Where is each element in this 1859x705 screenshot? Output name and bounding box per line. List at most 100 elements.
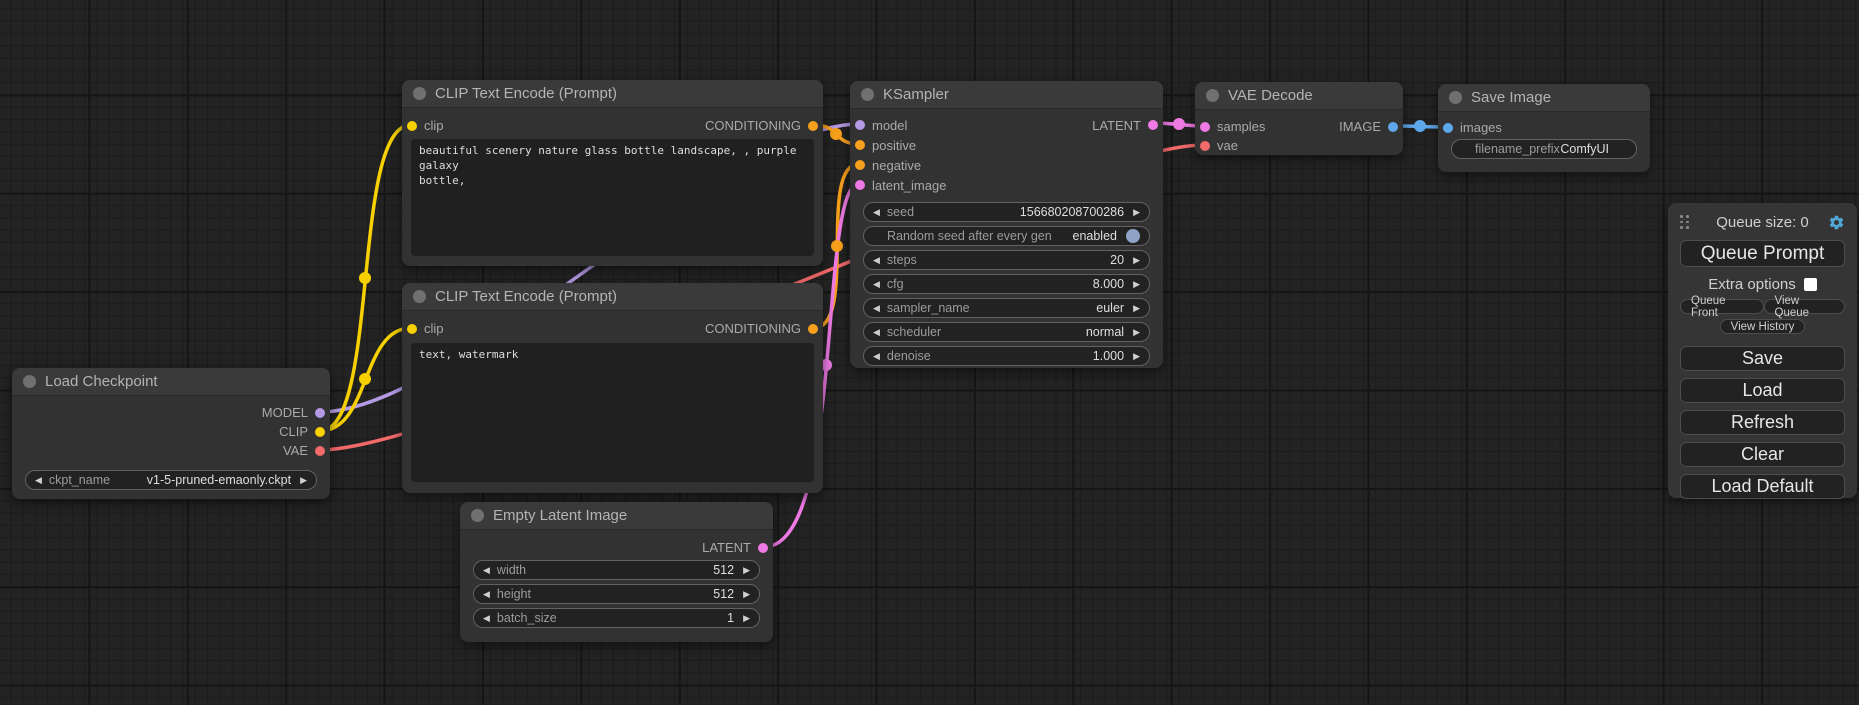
widget-label: filename_prefix [1475,142,1560,156]
node-header[interactable]: CLIP Text Encode (Prompt) [402,283,823,311]
arrow-left-icon[interactable]: ◀ [873,280,880,289]
arrow-left-icon[interactable]: ◀ [483,590,490,599]
random-seed-widget[interactable]: Random seed after every gen enabled [863,226,1150,246]
view-queue-button[interactable]: View Queue [1764,299,1845,314]
node-header[interactable]: Empty Latent Image [460,502,773,530]
arrow-right-icon[interactable]: ▶ [1133,280,1140,289]
node-header[interactable]: CLIP Text Encode (Prompt) [402,80,823,108]
node-header[interactable]: Load Checkpoint [12,368,330,396]
load-default-button[interactable]: Load Default [1680,474,1845,499]
conditioning-output-port[interactable] [808,324,818,334]
images-input-port[interactable] [1443,123,1453,133]
seed-widget[interactable]: ◀ seed 156680208700286 ▶ [863,202,1150,222]
load-button[interactable]: Load [1680,378,1845,403]
widget-value: normal [1086,325,1124,339]
port-row: vae [1195,136,1403,155]
vae-output-port[interactable] [315,446,325,456]
arrow-right-icon[interactable]: ▶ [300,476,307,485]
widget-value: ComfyUI [1560,142,1609,156]
arrow-right-icon[interactable]: ▶ [1133,352,1140,361]
refresh-button[interactable]: Refresh [1680,410,1845,435]
node-empty-latent-image[interactable]: Empty Latent Image LATENT ◀ width 512 ▶ … [460,502,773,642]
sampler-name-widget[interactable]: ◀ sampler_name euler ▶ [863,298,1150,318]
scheduler-widget[interactable]: ◀ scheduler normal ▶ [863,322,1150,342]
widget-value: euler [1096,301,1124,315]
node-collapse-dot-icon[interactable] [861,88,874,101]
node-collapse-dot-icon[interactable] [1206,89,1219,102]
toggle-enabled-icon[interactable] [1126,229,1140,243]
node-graph-canvas[interactable]: Load Checkpoint MODEL CLIP VAE ◀ ckpt_na… [0,0,1859,705]
arrow-left-icon[interactable]: ◀ [873,352,880,361]
save-button[interactable]: Save [1680,346,1845,371]
arrow-right-icon[interactable]: ▶ [1133,328,1140,337]
output-label: CONDITIONING [705,118,801,133]
ckpt-name-widget[interactable]: ◀ ckpt_name v1-5-pruned-emaonly.ckpt ▶ [25,470,317,490]
positive-input-port[interactable] [855,140,865,150]
node-collapse-dot-icon[interactable] [413,87,426,100]
output-label: LATENT [702,540,751,555]
clip-input-port[interactable] [407,324,417,334]
node-clip-text-encode-positive[interactable]: CLIP Text Encode (Prompt) clip CONDITION… [402,80,823,266]
node-collapse-dot-icon[interactable] [413,290,426,303]
model-input-port[interactable] [855,120,865,130]
node-collapse-dot-icon[interactable] [23,375,36,388]
height-widget[interactable]: ◀ height 512 ▶ [473,584,760,604]
node-collapse-dot-icon[interactable] [471,509,484,522]
arrow-left-icon[interactable]: ◀ [873,328,880,337]
arrow-left-icon[interactable]: ◀ [873,208,880,217]
arrow-left-icon[interactable]: ◀ [35,476,42,485]
denoise-widget[interactable]: ◀ denoise 1.000 ▶ [863,346,1150,366]
latent-image-input-port[interactable] [855,180,865,190]
latent-output-port[interactable] [758,543,768,553]
negative-input-port[interactable] [855,160,865,170]
widget-label: denoise [887,349,931,363]
queue-front-button[interactable]: Queue Front [1680,299,1764,314]
cfg-widget[interactable]: ◀ cfg 8.000 ▶ [863,274,1150,294]
output-label: CLIP [279,424,308,439]
node-clip-text-encode-negative[interactable]: CLIP Text Encode (Prompt) clip CONDITION… [402,283,823,493]
node-header[interactable]: KSampler [850,81,1163,109]
arrow-right-icon[interactable]: ▶ [1133,208,1140,217]
conditioning-output-port[interactable] [808,121,818,131]
arrow-right-icon[interactable]: ▶ [1133,256,1140,265]
arrow-right-icon[interactable]: ▶ [743,590,750,599]
queue-prompt-button[interactable]: Queue Prompt [1680,240,1845,267]
queue-panel-header: Queue size: 0 [1680,213,1845,231]
node-save-image[interactable]: Save Image images filename_prefix ComfyU… [1438,84,1650,172]
extra-options-checkbox[interactable] [1804,278,1817,291]
prompt-textarea[interactable]: beautiful scenery nature glass bottle la… [411,139,814,256]
vae-input-port[interactable] [1200,141,1210,151]
view-history-button[interactable]: View History [1720,319,1806,334]
node-title: Empty Latent Image [493,507,627,524]
node-collapse-dot-icon[interactable] [1449,91,1462,104]
image-output-port[interactable] [1388,122,1398,132]
node-header[interactable]: VAE Decode [1195,82,1403,110]
node-vae-decode[interactable]: VAE Decode samples IMAGE vae [1195,82,1403,155]
node-load-checkpoint[interactable]: Load Checkpoint MODEL CLIP VAE ◀ ckpt_na… [12,368,330,499]
widget-label: seed [887,205,914,219]
drag-handle-icon[interactable] [1680,215,1689,229]
steps-widget[interactable]: ◀ steps 20 ▶ [863,250,1150,270]
clip-output-port[interactable] [315,427,325,437]
samples-input-port[interactable] [1200,122,1210,132]
arrow-right-icon[interactable]: ▶ [743,614,750,623]
clear-button[interactable]: Clear [1680,442,1845,467]
clip-input-port[interactable] [407,121,417,131]
output-label: CONDITIONING [705,321,801,336]
arrow-left-icon[interactable]: ◀ [873,304,880,313]
node-ksampler[interactable]: KSampler model LATENT positive negative … [850,81,1163,368]
arrow-right-icon[interactable]: ▶ [1133,304,1140,313]
arrow-right-icon[interactable]: ▶ [743,566,750,575]
gear-icon[interactable] [1828,214,1845,231]
prompt-textarea[interactable]: text, watermark [411,343,814,482]
output-row: LATENT [460,538,773,557]
filename-prefix-widget[interactable]: filename_prefix ComfyUI [1451,139,1637,159]
batch-size-widget[interactable]: ◀ batch_size 1 ▶ [473,608,760,628]
arrow-left-icon[interactable]: ◀ [483,614,490,623]
width-widget[interactable]: ◀ width 512 ▶ [473,560,760,580]
arrow-left-icon[interactable]: ◀ [873,256,880,265]
node-header[interactable]: Save Image [1438,84,1650,112]
latent-output-port[interactable] [1148,120,1158,130]
arrow-left-icon[interactable]: ◀ [483,566,490,575]
model-output-port[interactable] [315,408,325,418]
